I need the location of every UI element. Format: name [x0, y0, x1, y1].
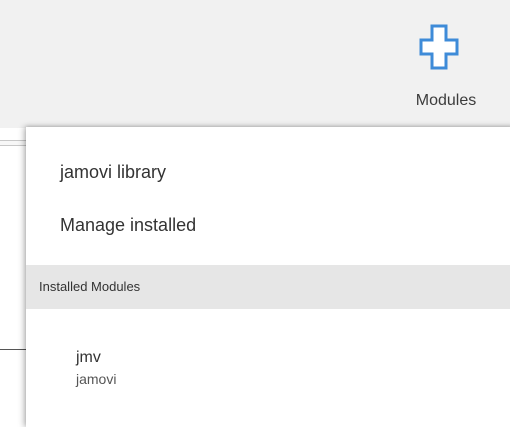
modules-label: Modules [415, 92, 477, 109]
module-name: jmv [76, 349, 101, 366]
menu-item-manage-installed[interactable]: Manage installed [60, 215, 196, 236]
plus-icon [419, 24, 459, 70]
background-tick [0, 349, 28, 350]
modules-dropdown-menu: jamovi library Manage installed Installe… [26, 127, 510, 427]
menu-item-jamovi-library[interactable]: jamovi library [60, 162, 166, 183]
module-publisher: jamovi [76, 371, 117, 387]
installed-modules-header: Installed Modules [26, 265, 510, 309]
installed-module-item[interactable]: jmv jamovi [76, 349, 276, 399]
ribbon-toolbar: Modules [0, 0, 510, 128]
modules-button[interactable]: Modules [396, 14, 496, 120]
installed-modules-header-label: Installed Modules [39, 279, 141, 294]
